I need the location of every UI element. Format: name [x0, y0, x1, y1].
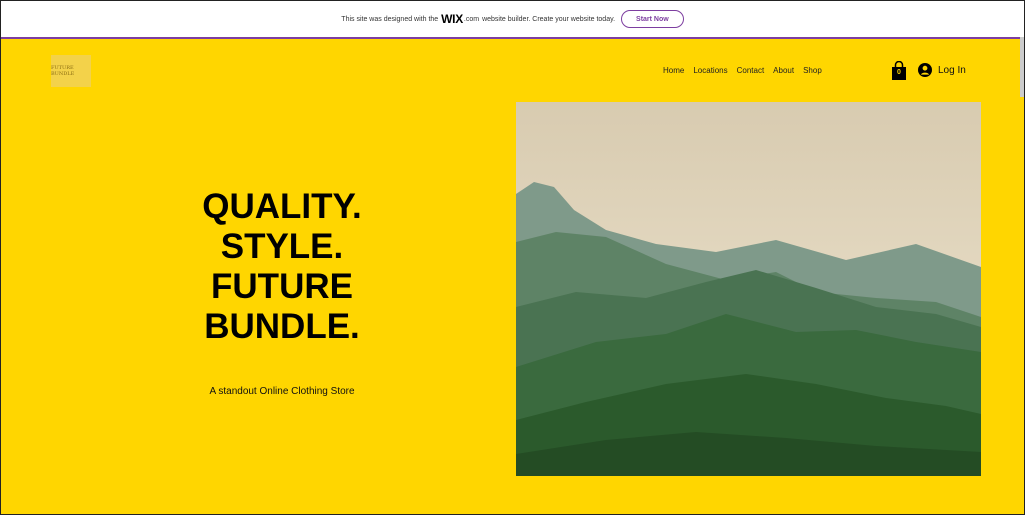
- hero-headline: QUALITY. STYLE. FUTURE BUNDLE.: [151, 187, 413, 347]
- headline-line-1: QUALITY.: [202, 187, 362, 226]
- user-avatar-icon: [918, 63, 932, 77]
- cart-count: 0: [897, 69, 901, 76]
- nav-item-about[interactable]: About: [773, 66, 794, 75]
- login-button[interactable]: Log In: [918, 63, 966, 77]
- site-logo[interactable]: FUTURE BUNDLE: [51, 55, 91, 87]
- wix-promo-banner: This site was designed with the WIX .com …: [1, 1, 1024, 39]
- start-now-button[interactable]: Start Now: [621, 10, 684, 28]
- nav-item-shop[interactable]: Shop: [803, 66, 822, 75]
- wix-logo-suffix: .com: [463, 15, 480, 23]
- headline-line-4: BUNDLE.: [204, 307, 360, 346]
- login-label: Log In: [938, 64, 966, 76]
- nav-item-locations[interactable]: Locations: [693, 66, 727, 75]
- cart-button[interactable]: 0: [891, 60, 907, 80]
- nav-item-home[interactable]: Home: [663, 66, 684, 75]
- site-frame: This site was designed with the WIX .com …: [0, 0, 1025, 515]
- headline-line-2: STYLE.: [220, 227, 344, 266]
- main-nav: Home Locations Contact About Shop: [663, 66, 822, 75]
- headline-line-3: FUTURE: [211, 267, 353, 306]
- banner-text-before: This site was designed with the: [341, 15, 439, 23]
- nav-item-contact[interactable]: Contact: [737, 66, 765, 75]
- scrollbar[interactable]: [1020, 37, 1024, 97]
- banner-text-after: website builder. Create your website tod…: [482, 15, 616, 23]
- hero-mountain-image: [516, 102, 981, 476]
- wix-logo: WIX: [441, 12, 463, 26]
- hero-subtitle: A standout Online Clothing Store: [209, 386, 355, 397]
